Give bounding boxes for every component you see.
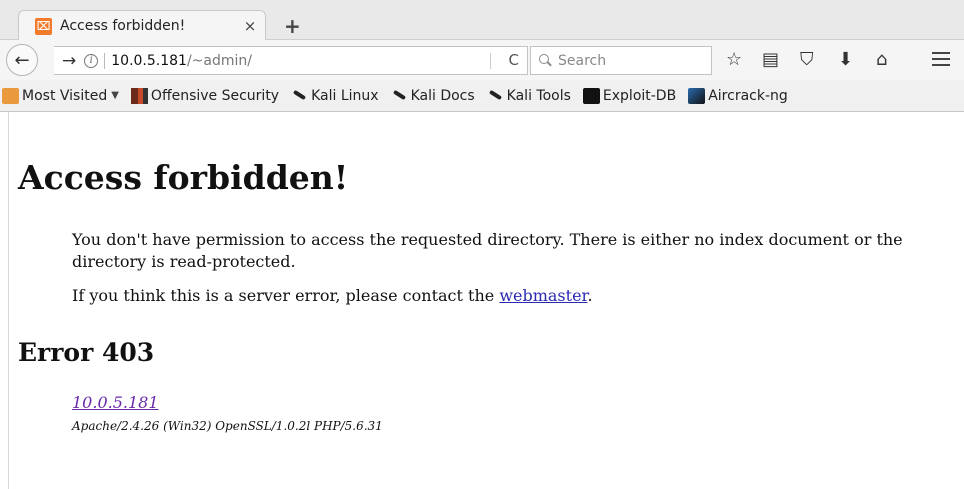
bookmark-aircrack-ng[interactable]: Aircrack-ng [688,87,788,104]
kali-icon [487,88,504,104]
contact-suffix: . [587,286,593,305]
downloads-icon[interactable]: ⬇ [838,49,853,70]
window-edge [8,112,9,489]
bookmark-label: Exploit-DB [602,87,677,104]
bookmark-most-visited[interactable]: Most Visited ▼ [2,87,119,104]
reading-list-icon[interactable]: ▤ [762,49,779,70]
contact-text: If you think this is a server error, ple… [72,286,593,305]
server-signature: Apache/2.4.26 (Win32) OpenSSL/1.0.2l PHP… [72,419,383,433]
reload-separator [490,53,491,69]
bookmark-exploit-db[interactable]: Exploit-DB [582,87,677,104]
new-tab-button[interactable]: + [284,14,301,38]
search-input[interactable] [558,52,708,69]
bookmark-label: Kali Docs [410,87,475,104]
info-icon[interactable]: i [84,53,99,68]
kali-icon [391,88,408,104]
bookmarks-bar: Most Visited ▼ Offensive Security Kali L… [0,80,964,112]
bookmark-label: Kali Linux [311,87,379,104]
bookmark-star-icon[interactable]: ☆ [726,49,742,70]
bookmark-kali-linux[interactable]: Kali Linux [291,88,378,104]
url-bar[interactable]: → i 10.0.5.181/~admin/ C [54,46,528,75]
error-description: You don't have permission to access the … [72,230,903,271]
chevron-down-icon: ▼ [111,90,119,101]
forward-button[interactable]: → [62,51,76,71]
offsec-icon [130,87,148,104]
hamburger-menu-icon[interactable] [932,52,950,67]
close-tab-icon[interactable]: × [235,17,265,35]
tab-active[interactable]: ⌧ Access forbidden! × [18,10,266,41]
error-heading: Error 403 [18,338,155,367]
url-separator [104,52,106,69]
page-title: Access forbidden! [18,158,349,197]
back-button[interactable]: ← [6,44,38,76]
bookmark-offensive-security[interactable]: Offensive Security [130,87,280,104]
bookmark-kali-tools[interactable]: Kali Tools [487,88,571,104]
pocket-icon[interactable]: ⛉ [800,49,814,70]
tab-strip: ⌧ Access forbidden! × + [0,0,964,41]
home-icon[interactable]: ⌂ [876,49,887,70]
xampp-icon: ⌧ [35,17,52,35]
tab-title: Access forbidden! [60,18,186,34]
search-bar[interactable] [530,46,712,75]
folder-icon [2,87,19,104]
bookmark-label: Kali Tools [506,87,571,104]
host-link[interactable]: 10.0.5.181 [72,393,159,412]
navigation-bar: ← → i 10.0.5.181/~admin/ C ☆ ▤ ⛉ ⬇ ⌂ [0,40,964,80]
url-host: 10.0.5.181 [111,52,187,69]
reload-icon[interactable]: C [509,51,519,69]
kali-icon [291,88,308,104]
search-icon [539,54,552,67]
bookmark-label: Aircrack-ng [708,87,788,104]
aircrack-icon [688,87,706,104]
contact-prefix: If you think this is a server error, ple… [72,286,500,305]
exploitdb-icon [582,87,600,104]
url-path: /~admin/ [186,52,252,69]
page-content: Access forbidden! You don't have permiss… [0,112,964,489]
bookmark-label: Most Visited [22,87,108,104]
bookmark-label: Offensive Security [150,87,280,104]
webmaster-link[interactable]: webmaster [499,286,587,305]
bookmark-kali-docs[interactable]: Kali Docs [391,88,475,104]
